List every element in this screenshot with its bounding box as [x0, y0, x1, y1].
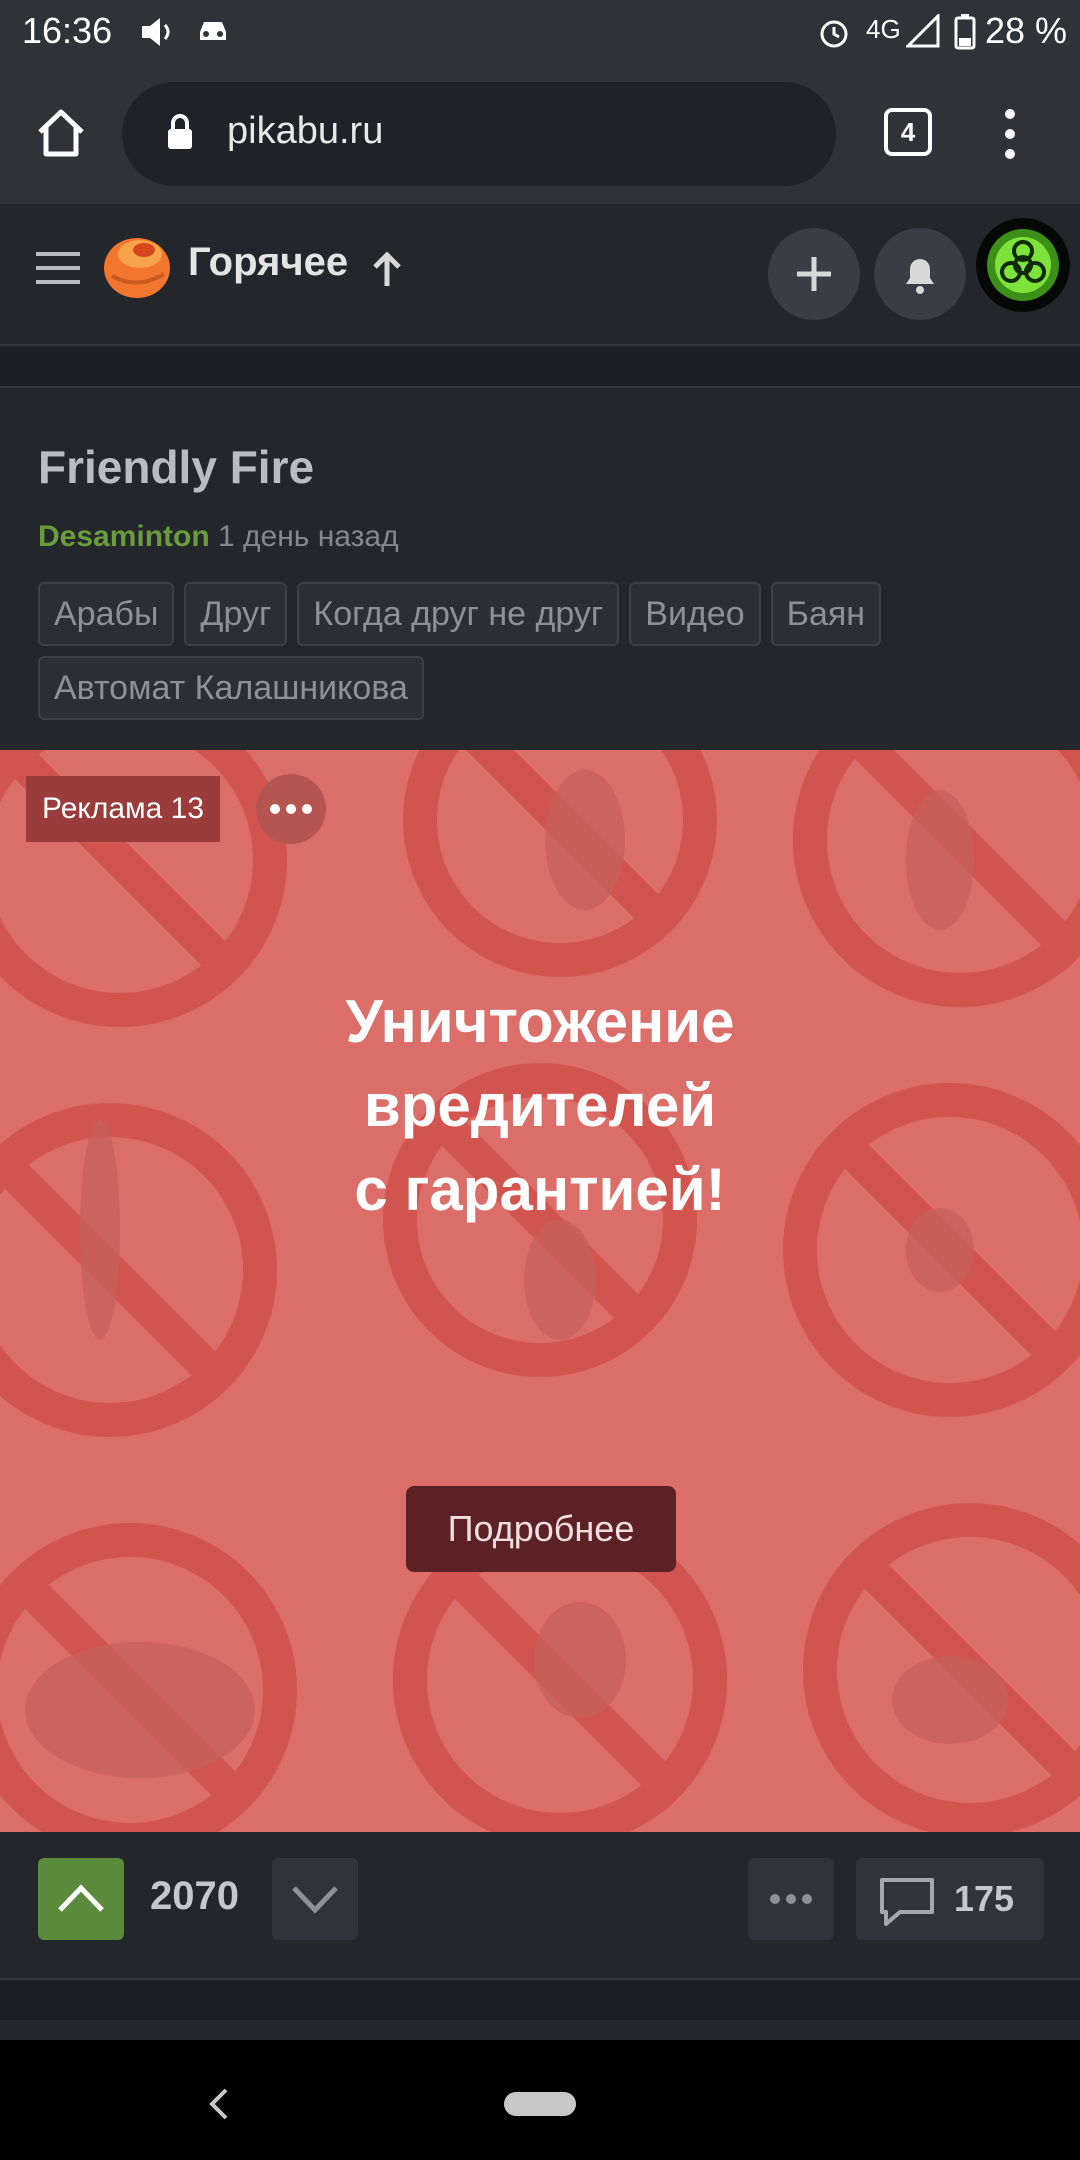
status-time: 16:36: [22, 10, 113, 51]
comments-button[interactable]: 175: [856, 1858, 1044, 1940]
site-header: Горячее: [0, 204, 1080, 346]
create-post-button[interactable]: [768, 228, 860, 320]
ad-headline: Уничтожение вредителей с гарантией!: [240, 980, 840, 1232]
address-bar[interactable]: pikabu.ru: [122, 82, 836, 186]
feed-separator: [0, 346, 1080, 388]
feed-separator: [0, 1980, 1080, 2020]
network-type: 4G: [866, 14, 901, 44]
chevron-up-icon: [58, 1884, 104, 1912]
volume-icon: [142, 18, 170, 46]
notifications-button[interactable]: [874, 228, 966, 320]
tab-switcher-button[interactable]: 4: [884, 108, 932, 156]
signal-icon: [906, 14, 940, 48]
browser-toolbar: pikabu.ru 4: [0, 64, 1080, 204]
home-icon[interactable]: [34, 106, 88, 160]
ad-headline-line: с гарантией!: [354, 1156, 726, 1223]
rating-count: 2070: [150, 1874, 239, 1918]
post-time: 1 день назад: [218, 520, 399, 553]
post-author[interactable]: Desaminton: [38, 520, 210, 554]
comment-icon: [880, 1878, 934, 1926]
upvote-button[interactable]: [38, 1858, 124, 1940]
post-title[interactable]: Friendly Fire: [38, 440, 314, 494]
alarm-icon: [820, 20, 848, 48]
battery-level: 28 %: [985, 10, 1068, 51]
ad-headline-line: Уничтожение: [345, 988, 735, 1055]
tag[interactable]: Друг: [184, 582, 288, 646]
arrow-up-icon[interactable]: [370, 250, 404, 290]
tag[interactable]: Арабы: [38, 582, 175, 646]
more-vert-icon[interactable]: [996, 106, 1024, 162]
lock-icon: [168, 114, 192, 149]
pikabu-logo[interactable]: [102, 228, 172, 300]
tag[interactable]: Автомат Калашникова: [38, 656, 424, 720]
comments-count: 175: [954, 1878, 1015, 1919]
home-pill-button[interactable]: [504, 2092, 576, 2116]
post-card: Friendly Fire Desaminton 1 день назад Ар…: [0, 388, 1080, 750]
user-avatar[interactable]: [976, 218, 1070, 312]
plus-icon: [797, 257, 831, 291]
more-horiz-icon: [270, 804, 312, 814]
post-tags: Арабы Друг Когда друг не друг Видео Баян Авто…: [38, 582, 1048, 730]
status-bar: 16:36 4G 28 %: [0, 0, 1080, 64]
more-horiz-icon: [770, 1894, 812, 1904]
car-icon: [200, 22, 226, 40]
ad-options-button[interactable]: [256, 774, 326, 844]
ad-label: Реклама 13: [26, 776, 221, 842]
tag[interactable]: Баян: [770, 582, 882, 646]
system-nav-bar: [0, 2040, 1080, 2160]
url-text: pikabu.ru: [227, 110, 384, 152]
post-more-button[interactable]: [748, 1858, 834, 1940]
menu-icon[interactable]: [36, 250, 80, 286]
battery-icon: [954, 14, 976, 50]
ad-more-info-button[interactable]: Подробнее: [406, 1486, 676, 1572]
ad-banner[interactable]: Реклама 13 Уничтожение вредителей с гара…: [0, 750, 1080, 1832]
post-actions: 2070 175: [0, 1832, 1080, 1980]
chevron-down-icon: [292, 1886, 338, 1914]
tag[interactable]: Видео: [629, 582, 761, 646]
section-title[interactable]: Горячее: [188, 240, 348, 285]
pest-pattern-image: [0, 750, 1080, 1832]
tag[interactable]: Когда друг не друг: [297, 582, 620, 646]
downvote-button[interactable]: [272, 1858, 358, 1940]
bell-icon: [906, 259, 934, 294]
back-icon[interactable]: [206, 2086, 232, 2122]
ad-headline-line: вредителей: [363, 1072, 717, 1139]
